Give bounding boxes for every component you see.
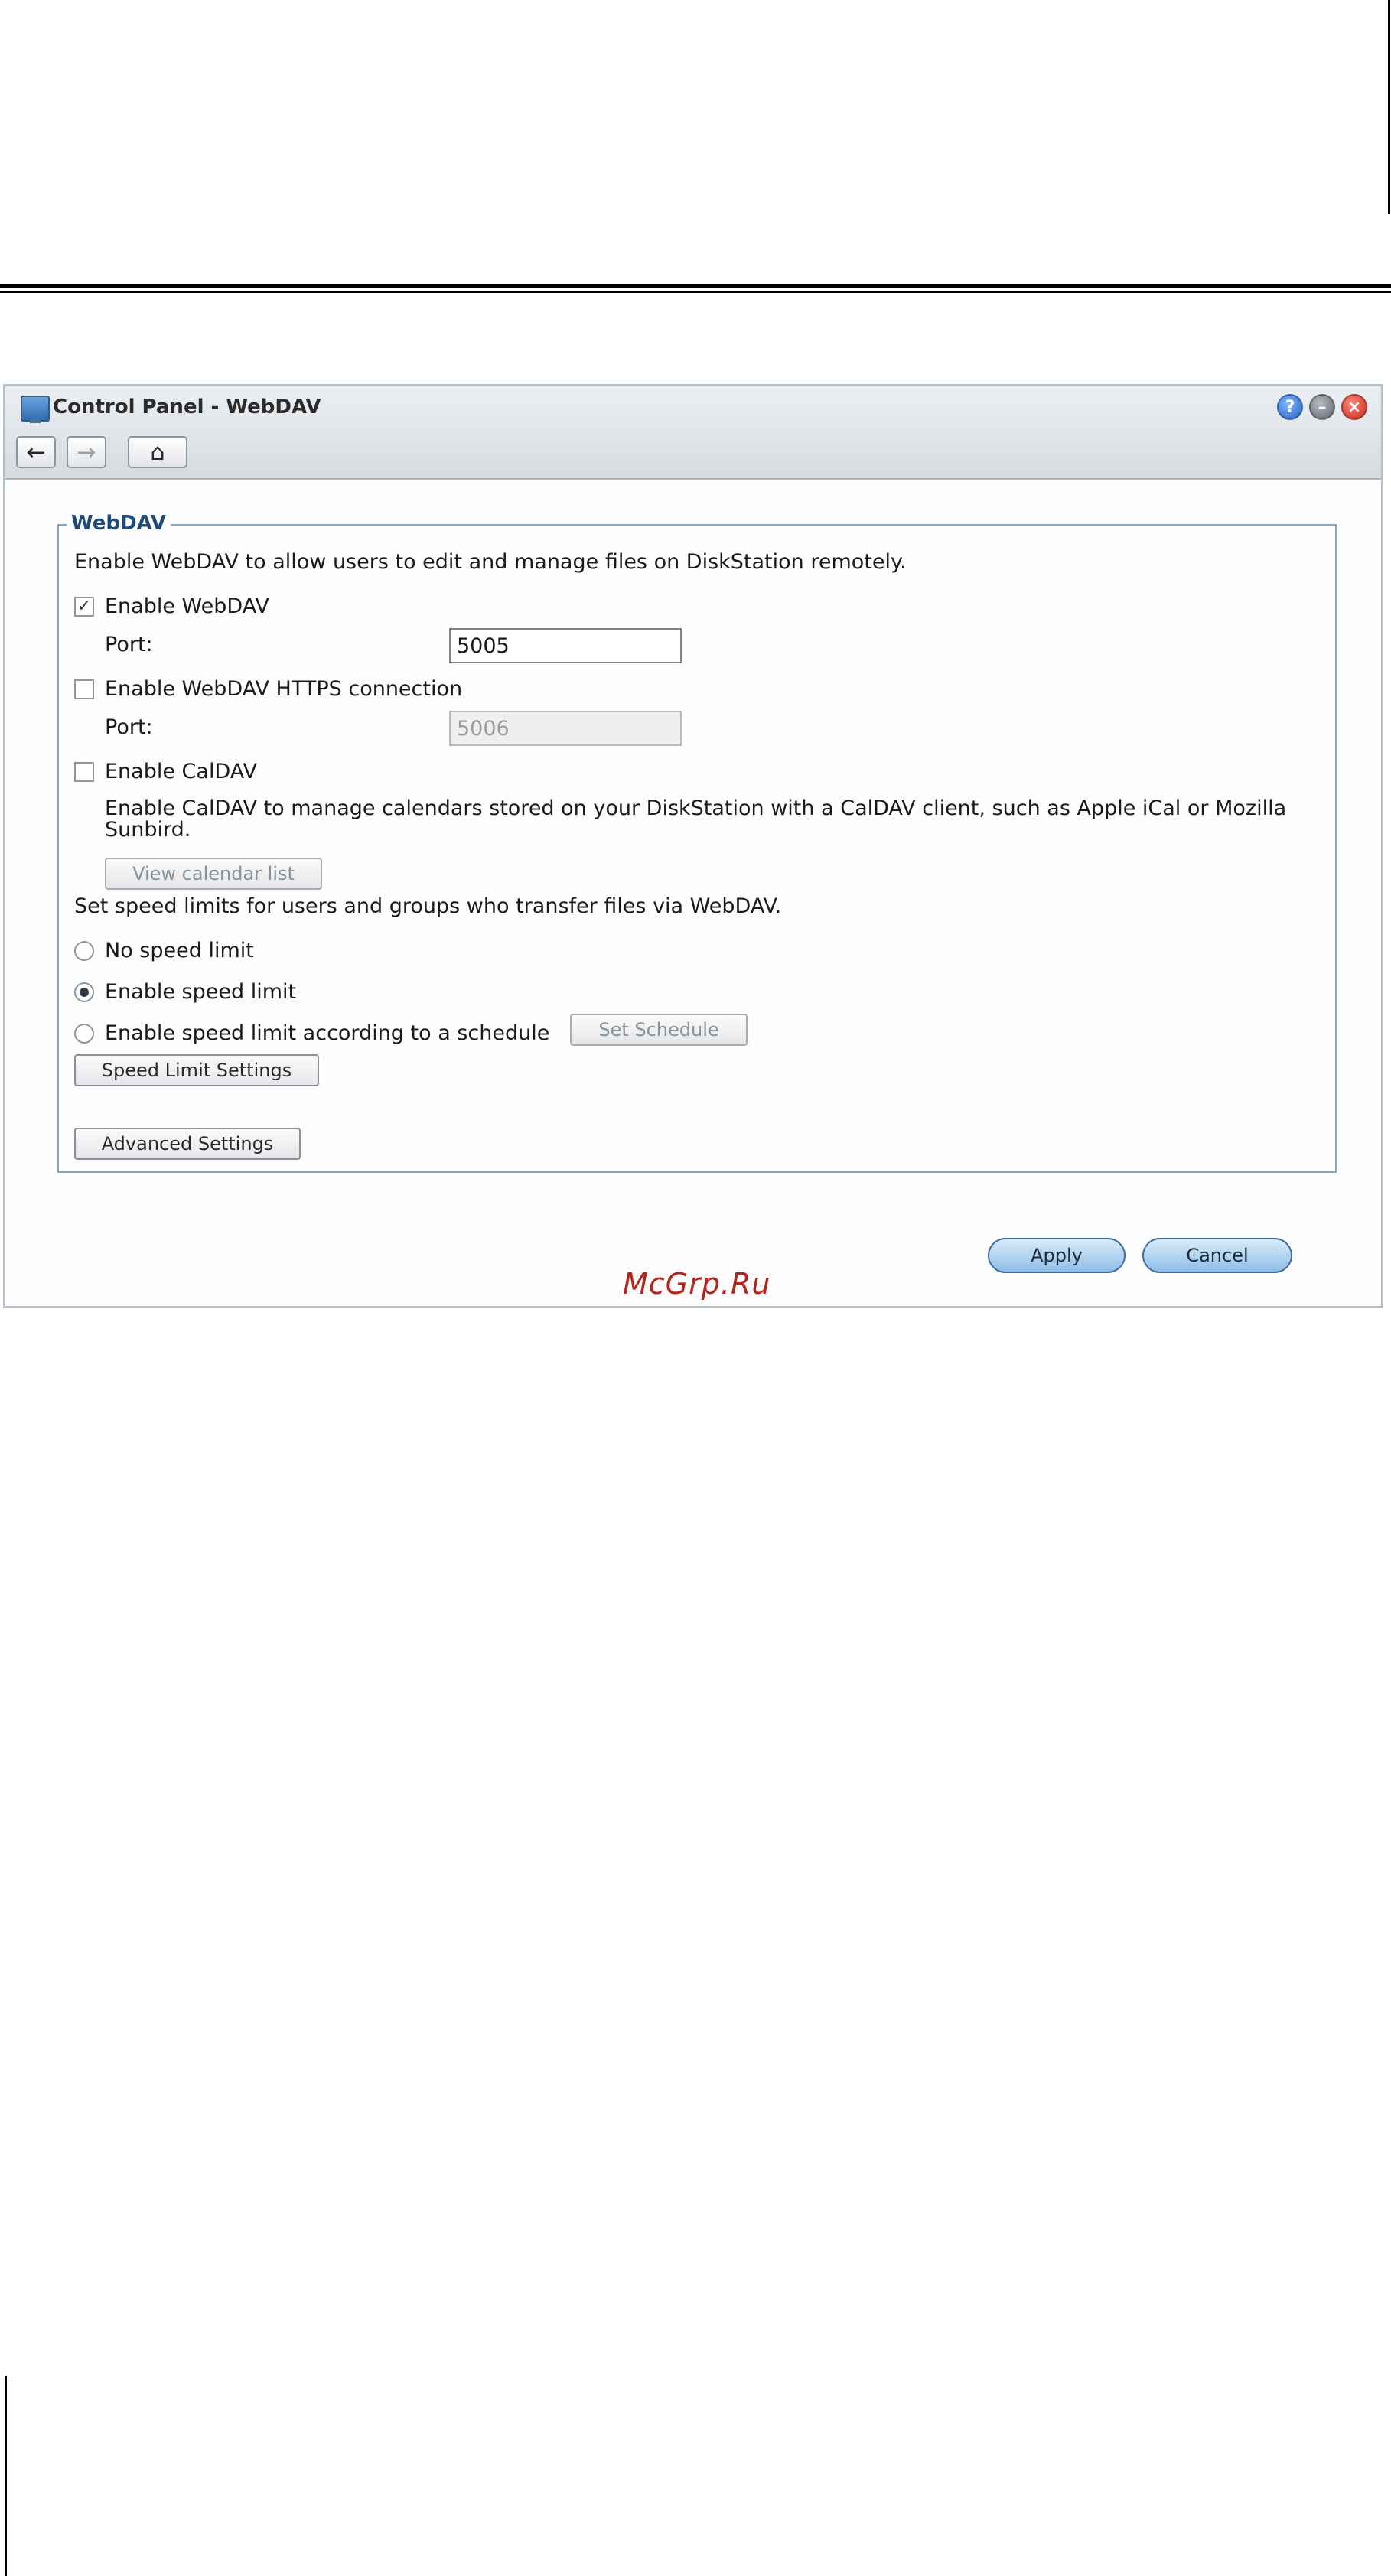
webdav-intro-text: Enable WebDAV to allow users to edit and… xyxy=(74,550,907,574)
port-label: Port: xyxy=(105,633,153,656)
help-icon[interactable]: ? xyxy=(1277,394,1303,420)
no-speed-limit-radio[interactable] xyxy=(74,941,94,961)
schedule-speed-limit-radio[interactable] xyxy=(74,1024,94,1044)
back-arrow-icon[interactable]: ← xyxy=(16,436,56,468)
forward-arrow-icon[interactable]: → xyxy=(67,436,106,468)
apply-button[interactable]: Apply xyxy=(988,1238,1126,1273)
control-panel-window: Control Panel - WebDAV ? – × ← → ⌂ WebDA… xyxy=(3,384,1383,1308)
enable-caldav-checkbox[interactable] xyxy=(74,762,94,782)
home-icon[interactable]: ⌂ xyxy=(128,436,187,468)
close-icon[interactable]: × xyxy=(1341,394,1367,420)
schedule-speed-limit-label: Enable speed limit according to a schedu… xyxy=(105,1021,550,1045)
page-margin-rule xyxy=(1388,0,1390,214)
title-bar: Control Panel - WebDAV ? – × ← → ⌂ xyxy=(5,386,1381,480)
caldav-description-line2: Sunbird. xyxy=(105,818,191,842)
cancel-button[interactable]: Cancel xyxy=(1142,1238,1292,1273)
minimize-icon[interactable]: – xyxy=(1309,394,1335,420)
speed-limit-settings-button[interactable]: Speed Limit Settings xyxy=(74,1054,319,1086)
port-input[interactable]: 5005 xyxy=(449,628,682,663)
caldav-description-line1: Enable CalDAV to manage calendars stored… xyxy=(105,796,1287,820)
enable-speed-limit-radio[interactable] xyxy=(74,982,94,1002)
page-divider xyxy=(0,284,1391,288)
no-speed-limit-label: No speed limit xyxy=(105,939,254,962)
watermark-text: McGrp.Ru xyxy=(623,1267,771,1301)
view-calendar-list-button[interactable]: View calendar list xyxy=(105,858,322,890)
enable-webdav-label: Enable WebDAV xyxy=(105,594,269,618)
control-panel-icon xyxy=(21,396,50,423)
webdav-group-legend: WebDAV xyxy=(67,512,171,535)
advanced-settings-button[interactable]: Advanced Settings xyxy=(74,1128,301,1160)
enable-caldav-label: Enable CalDAV xyxy=(105,760,257,783)
https-port-input[interactable]: 5006 xyxy=(449,711,682,746)
speed-intro-text: Set speed limits for users and groups wh… xyxy=(74,894,782,918)
enable-speed-limit-label: Enable speed limit xyxy=(105,980,297,1004)
page-divider-thin xyxy=(0,291,1391,293)
set-schedule-button[interactable]: Set Schedule xyxy=(570,1014,748,1046)
page-margin-rule-bottom xyxy=(5,2376,7,2576)
window-title: Control Panel - WebDAV xyxy=(53,396,321,418)
enable-https-checkbox[interactable] xyxy=(74,679,94,699)
enable-webdav-checkbox[interactable]: ✓ xyxy=(74,597,94,617)
enable-https-label: Enable WebDAV HTTPS connection xyxy=(105,677,463,701)
https-port-label: Port: xyxy=(105,715,153,739)
